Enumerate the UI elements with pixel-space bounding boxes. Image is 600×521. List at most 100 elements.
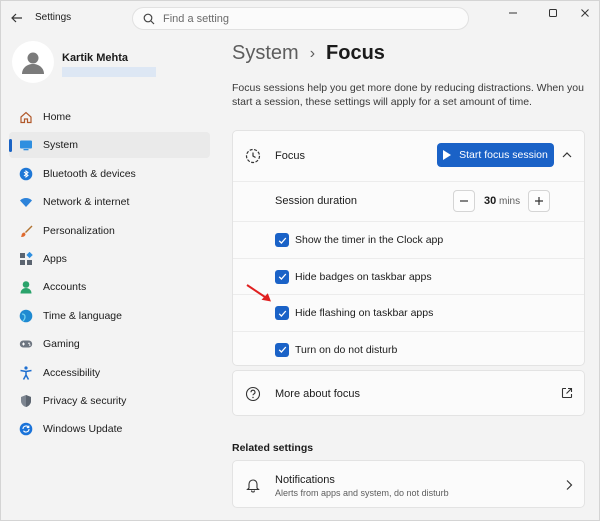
bell-icon xyxy=(245,477,261,493)
sidebar-item-label: Apps xyxy=(43,252,67,265)
brush-icon xyxy=(19,224,33,238)
sidebar-item-label: Windows Update xyxy=(43,423,123,436)
maximize-button[interactable] xyxy=(541,5,565,21)
system-icon xyxy=(19,138,33,152)
start-focus-session-button[interactable]: Start focus session xyxy=(437,143,554,167)
sidebar-item-label: Accessibility xyxy=(43,366,101,379)
sidebar-item-label: Personalization xyxy=(43,224,115,237)
search-icon xyxy=(143,13,155,25)
breadcrumb-separator: › xyxy=(309,44,316,62)
sidebar-item-network[interactable]: Network & internet xyxy=(9,189,210,215)
option-label: Turn on do not disturb xyxy=(295,343,398,356)
search-box[interactable] xyxy=(132,7,469,30)
sidebar-item-label: Time & language xyxy=(43,309,122,322)
minus-icon xyxy=(460,200,468,202)
sidebar-item-system[interactable]: System xyxy=(9,132,210,159)
bluetooth-icon xyxy=(19,167,33,181)
increase-duration-button[interactable] xyxy=(528,190,550,212)
option-row-show-timer[interactable]: Show the timer in the Clock app xyxy=(233,221,584,258)
more-about-focus-link[interactable]: More about focus xyxy=(275,388,360,400)
shield-icon xyxy=(19,394,33,408)
sidebar-item-label: Home xyxy=(43,111,72,123)
page-description: Focus sessions help you get more done by… xyxy=(232,82,584,108)
annotation-arrow-icon xyxy=(246,284,271,302)
focus-header-row: Focus Start focus session xyxy=(233,131,584,181)
checkbox-do-not-disturb[interactable] xyxy=(275,342,289,357)
chevron-right-icon xyxy=(564,479,574,491)
sidebar-nav: Home System Bluetooth & devices Network … xyxy=(9,104,210,445)
avatar[interactable] xyxy=(12,41,54,83)
sidebar-item-label: Bluetooth & devices xyxy=(43,167,136,180)
user-email-redacted xyxy=(62,67,156,77)
close-icon xyxy=(581,9,589,17)
decrease-duration-button[interactable] xyxy=(453,190,475,212)
focus-title: Focus xyxy=(275,150,305,162)
checkbox-hide-badges[interactable] xyxy=(275,269,289,284)
option-row-do-not-disturb[interactable]: Turn on do not disturb xyxy=(233,330,584,368)
breadcrumb-parent[interactable]: System xyxy=(232,42,299,65)
duration-value: 30 xyxy=(484,195,497,207)
session-duration-row: Session duration 30 mins xyxy=(233,181,584,221)
sidebar-item-home[interactable]: Home xyxy=(9,104,210,130)
checkbox-show-timer[interactable] xyxy=(275,233,289,247)
notifications-title: Notifications xyxy=(275,474,335,486)
globe-icon xyxy=(19,309,33,323)
checkmark-icon xyxy=(278,346,286,353)
focus-clock-icon xyxy=(245,148,261,164)
home-icon xyxy=(19,110,33,124)
page-title: Focus xyxy=(326,42,385,64)
sidebar-item-label: Network & internet xyxy=(43,196,130,209)
option-row-hide-badges[interactable]: Hide badges on taskbar apps xyxy=(233,257,584,295)
sidebar-item-label: Privacy & security xyxy=(43,394,127,407)
help-icon xyxy=(245,386,261,402)
title-bar: Settings xyxy=(1,1,600,35)
minimize-button[interactable] xyxy=(501,5,525,21)
search-input[interactable] xyxy=(163,12,443,25)
option-row-hide-flashing[interactable]: Hide flashing on taskbar apps xyxy=(233,294,584,331)
checkmark-icon xyxy=(278,237,286,244)
session-duration-label: Session duration xyxy=(275,195,357,207)
duration-unit: mins xyxy=(499,196,521,207)
sidebar-item-windows-update[interactable]: Windows Update xyxy=(9,416,210,442)
notifications-card[interactable]: Notifications Alerts from apps and syste… xyxy=(232,460,585,508)
sidebar-item-label: Accounts xyxy=(43,281,87,294)
minimize-icon xyxy=(509,12,517,14)
apps-icon xyxy=(19,251,33,266)
update-icon xyxy=(19,422,33,436)
collapse-button[interactable] xyxy=(559,147,575,163)
accounts-icon xyxy=(19,280,33,294)
app-title: Settings xyxy=(35,12,72,23)
person-icon xyxy=(22,52,44,74)
option-label: Show the timer in the Clock app xyxy=(295,234,444,246)
checkbox-hide-flashing[interactable] xyxy=(275,306,289,320)
breadcrumb: System › Focus xyxy=(232,42,385,65)
user-name: Kartik Mehta xyxy=(62,52,129,64)
sidebar-item-label: Gaming xyxy=(43,338,80,351)
play-icon xyxy=(443,150,452,160)
sidebar-item-gaming[interactable]: Gaming xyxy=(9,331,210,357)
wifi-icon xyxy=(19,195,33,209)
gamepad-icon xyxy=(19,337,33,351)
notifications-subtitle: Alerts from apps and system, do not dist… xyxy=(275,488,449,498)
sidebar-item-personalization[interactable]: Personalization xyxy=(9,218,210,244)
option-label: Hide badges on taskbar apps xyxy=(295,270,432,283)
sidebar-item-accounts[interactable]: Accounts xyxy=(9,274,210,300)
sidebar-item-apps[interactable]: Apps xyxy=(9,246,210,272)
related-settings-heading: Related settings xyxy=(232,442,314,454)
more-about-focus-card[interactable]: More about focus xyxy=(232,370,585,416)
external-link-icon xyxy=(561,387,573,399)
checkmark-icon xyxy=(278,310,286,317)
sidebar-item-accessibility[interactable]: Accessibility xyxy=(9,360,210,386)
start-focus-session-label: Start focus session xyxy=(459,149,548,161)
plus-icon xyxy=(535,197,543,205)
back-button[interactable] xyxy=(7,9,27,27)
focus-card: Focus Start focus session Session durati… xyxy=(232,130,585,366)
sidebar-item-privacy[interactable]: Privacy & security xyxy=(9,388,210,414)
sidebar-item-time-language[interactable]: Time & language xyxy=(9,303,210,329)
option-label: Hide flashing on taskbar apps xyxy=(295,307,434,319)
maximize-icon xyxy=(549,9,557,17)
close-button[interactable] xyxy=(573,5,597,21)
checkmark-icon xyxy=(278,273,286,280)
sidebar-item-bluetooth[interactable]: Bluetooth & devices xyxy=(9,161,210,187)
settings-window: Settings Kartik Mehta Home xyxy=(0,0,600,521)
